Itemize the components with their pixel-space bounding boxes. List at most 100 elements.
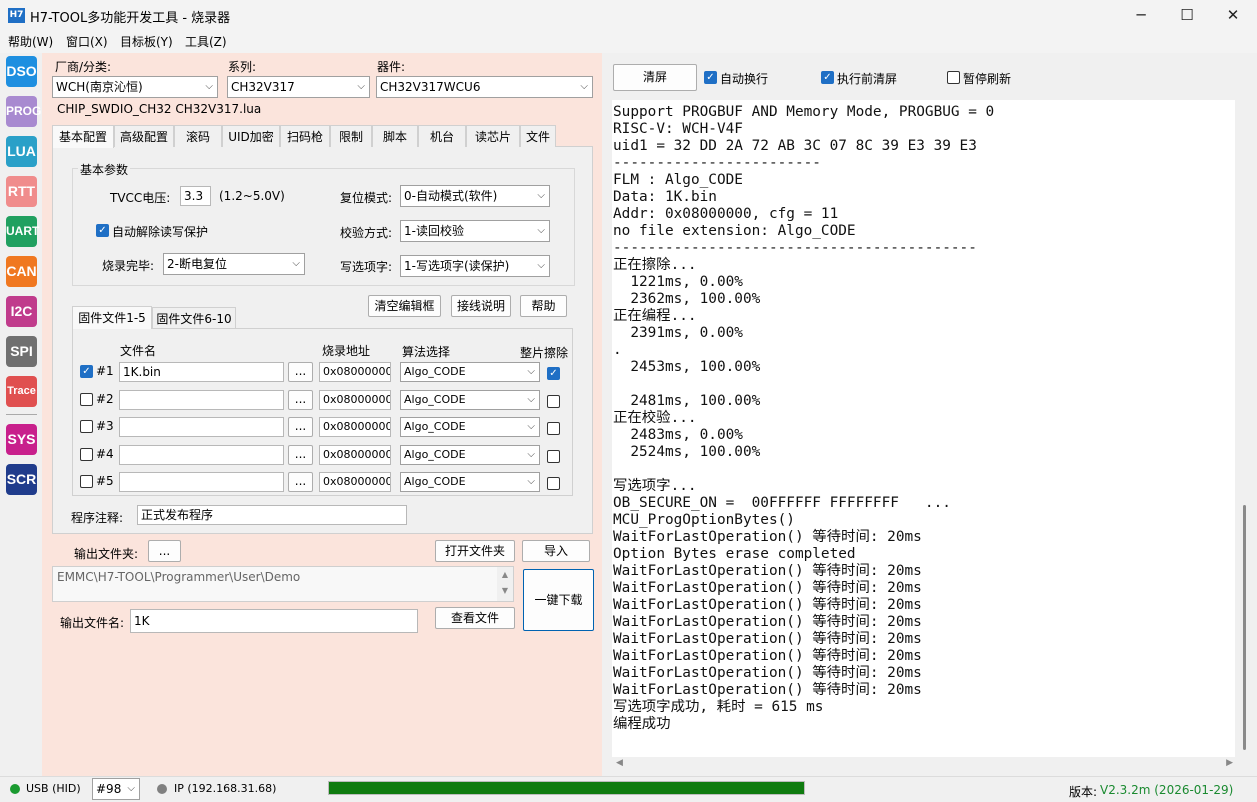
file-name-input[interactable]: 1K.bin [119, 362, 284, 382]
open-folder-button[interactable]: 打开文件夹 [435, 540, 515, 562]
sidebar-dso-button[interactable]: DSO [6, 56, 37, 87]
wiring-help-button[interactable]: 接线说明 [451, 295, 511, 317]
tvcc-input[interactable]: 3.3 [180, 186, 211, 206]
console-line: 正在编程... [613, 308, 697, 324]
tab-rolling-code[interactable]: 滚码 [174, 125, 222, 147]
import-button[interactable]: 导入 [522, 540, 590, 562]
tab-read-chip[interactable]: 读芯片 [466, 125, 520, 147]
file-enable-checkbox[interactable]: ✓ [80, 365, 93, 378]
chip-erase-checkbox[interactable] [547, 450, 560, 463]
device-number-select[interactable]: #98 ⌵ [92, 778, 140, 800]
tab-file[interactable]: 文件 [520, 125, 556, 147]
console-vertical-scrollbar[interactable] [1236, 100, 1253, 757]
console-horizontal-scrollbar[interactable]: ◀ ▶ [612, 757, 1235, 773]
series-select[interactable]: CH32V317 ⌵ [227, 76, 370, 98]
scroll-left-icon[interactable]: ◀ [616, 758, 623, 768]
menu-window[interactable]: 窗口(X) [66, 33, 108, 50]
file-name-input[interactable] [119, 472, 284, 492]
menu-tools[interactable]: 工具(Z) [185, 33, 227, 50]
file-address-input[interactable]: 0x08000000 [319, 445, 391, 465]
output-name-input[interactable]: 1K [130, 609, 418, 633]
file-browse-button[interactable]: ... [288, 445, 313, 465]
console-line: no file extension: Algo_CODE [613, 223, 856, 239]
chip-erase-checkbox[interactable] [547, 477, 560, 490]
path-scrollbar[interactable]: ▲ ▼ [497, 567, 513, 601]
file-enable-checkbox[interactable] [80, 448, 93, 461]
output-folder-browse-button[interactable]: ... [148, 540, 181, 562]
file-index-label: #1 [96, 364, 114, 378]
file-address-input[interactable]: 0x08000000 [319, 417, 391, 437]
tab-uid-encrypt[interactable]: UID加密 [222, 125, 280, 147]
sidebar-trace-button[interactable]: Trace [6, 376, 37, 407]
minimize-button[interactable]: ─ [1118, 0, 1164, 31]
clear-edit-button[interactable]: 清空编辑框 [368, 295, 441, 317]
file-address-input[interactable]: 0x08000000 [319, 390, 391, 410]
file-name-input[interactable] [119, 390, 284, 410]
file-name-input[interactable] [119, 445, 284, 465]
sidebar-sys-button[interactable]: SYS [6, 424, 37, 455]
file-algorithm-select[interactable]: Algo_CODE ⌵ [400, 362, 540, 382]
console-output[interactable]: Support PROGBUF AND Memory Mode, PROGBUG… [612, 100, 1235, 757]
tab-advanced[interactable]: 高级配置 [114, 125, 174, 147]
sidebar-prog-button[interactable]: PROG [6, 96, 41, 127]
file-address-input[interactable]: 0x08000000 [319, 362, 391, 382]
menu-help[interactable]: 帮助(W) [8, 33, 53, 50]
scroll-thumb[interactable] [1243, 505, 1246, 750]
tab-basic[interactable]: 基本配置 [52, 125, 114, 148]
reset-mode-select[interactable]: 0-自动模式(软件) ⌵ [400, 185, 550, 207]
file-enable-checkbox[interactable] [80, 393, 93, 406]
view-file-button[interactable]: 查看文件 [435, 607, 515, 629]
sidebar-uart-button[interactable]: UART [6, 216, 39, 247]
output-path-box[interactable]: EMMC\H7-TOOL\Programmer\User\Demo ▲ ▼ [52, 566, 514, 602]
file-enable-checkbox[interactable] [80, 475, 93, 488]
tab-firmware-6-10[interactable]: 固件文件6-10 [152, 307, 236, 328]
chip-select[interactable]: CH32V317WCU6 ⌵ [376, 76, 593, 98]
maximize-button[interactable]: ☐ [1164, 0, 1210, 31]
device-number-value: #98 [96, 782, 122, 796]
tab-machine[interactable]: 机台 [418, 125, 466, 147]
chip-erase-checkbox[interactable] [547, 395, 560, 408]
sidebar-lua-button[interactable]: LUA [6, 136, 37, 167]
file-algorithm-select[interactable]: Algo_CODE ⌵ [400, 445, 540, 465]
program-done-select[interactable]: 2-断电复位 ⌵ [163, 253, 305, 275]
vendor-select[interactable]: WCH(南京沁恒) ⌵ [52, 76, 218, 98]
sidebar-i2c-button[interactable]: I2C [6, 296, 37, 327]
file-address-input[interactable]: 0x08000000 [319, 472, 391, 492]
file-index-label: #4 [96, 447, 114, 461]
help-button[interactable]: 帮助 [520, 295, 567, 317]
pause-refresh-label: 暂停刷新 [963, 72, 1012, 86]
auto-unlock-checkbox[interactable]: ✓ [96, 224, 109, 237]
sidebar-rtt-button[interactable]: RTT [6, 176, 37, 207]
tab-limit[interactable]: 限制 [330, 125, 372, 147]
file-browse-button[interactable]: ... [288, 390, 313, 410]
file-browse-button[interactable]: ... [288, 417, 313, 437]
scroll-right-icon[interactable]: ▶ [1226, 758, 1233, 768]
close-button[interactable]: ✕ [1210, 0, 1256, 31]
chip-erase-checkbox[interactable]: ✓ [547, 367, 560, 380]
file-algorithm-select[interactable]: Algo_CODE ⌵ [400, 472, 540, 492]
option-bytes-select[interactable]: 1-写选项字(读保护) ⌵ [400, 255, 550, 277]
algorithm-value: Algo_CODE [404, 420, 466, 433]
verify-mode-select[interactable]: 1-读回校验 ⌵ [400, 220, 550, 242]
pause-refresh-checkbox[interactable] [947, 71, 960, 84]
tab-script[interactable]: 脚本 [372, 125, 418, 147]
tab-firmware-1-5[interactable]: 固件文件1-5 [72, 306, 152, 329]
sidebar-can-button[interactable]: CAN [6, 256, 37, 287]
sidebar-spi-button[interactable]: SPI [6, 336, 37, 367]
one-click-download-button[interactable]: 一键下载 [523, 569, 594, 631]
auto-wrap-checkbox[interactable]: ✓ [704, 71, 717, 84]
sidebar-scr-button[interactable]: SCR [6, 464, 37, 495]
file-algorithm-select[interactable]: Algo_CODE ⌵ [400, 417, 540, 437]
file-browse-button[interactable]: ... [288, 472, 313, 492]
chip-erase-checkbox[interactable] [547, 422, 560, 435]
tab-scanner[interactable]: 扫码枪 [280, 125, 330, 147]
file-name-input[interactable] [119, 417, 284, 437]
file-enable-checkbox[interactable] [80, 420, 93, 433]
file-algorithm-select[interactable]: Algo_CODE ⌵ [400, 390, 540, 410]
console-line: 2391ms, 0.00% [613, 325, 743, 341]
clear-before-run-checkbox[interactable]: ✓ [821, 71, 834, 84]
menu-target-board[interactable]: 目标板(Y) [120, 33, 173, 50]
clear-screen-button[interactable]: 清屏 [613, 64, 697, 91]
file-browse-button[interactable]: ... [288, 362, 313, 382]
note-input[interactable]: 正式发布程序 [137, 505, 407, 525]
